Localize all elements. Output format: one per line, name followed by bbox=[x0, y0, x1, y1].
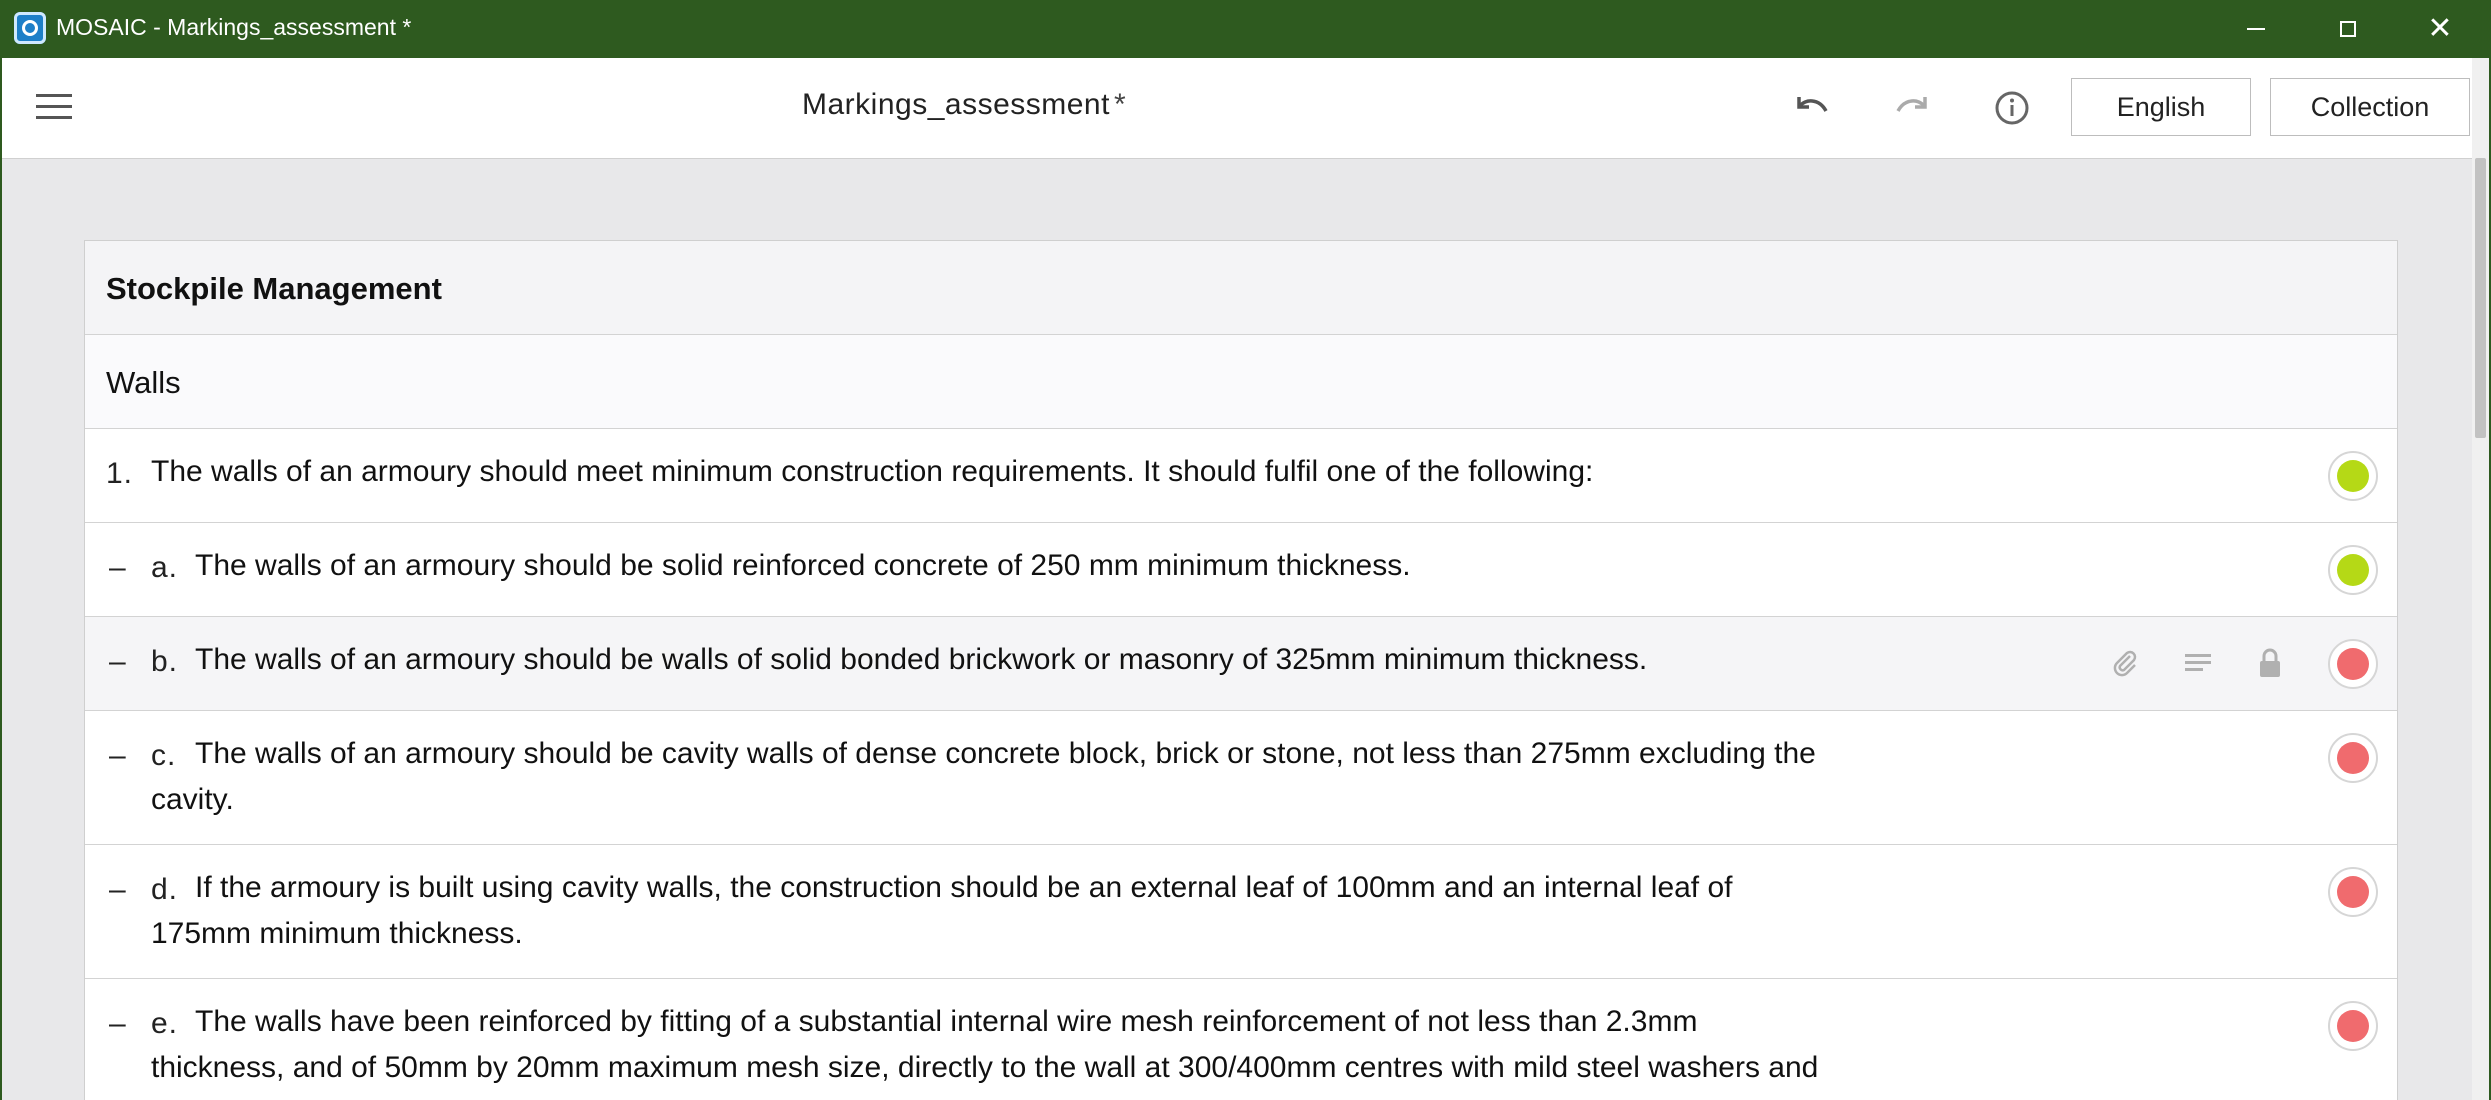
redo-icon[interactable] bbox=[1892, 88, 1932, 128]
item-letter: e. bbox=[151, 1007, 179, 1040]
item-text-line1: The walls of an armoury should be cavity… bbox=[195, 737, 1816, 770]
status-dot-green bbox=[2337, 554, 2369, 586]
list-item[interactable]: – d. If the armoury is built using cavit… bbox=[85, 845, 2397, 979]
section-header[interactable]: Stockpile Management bbox=[85, 241, 2397, 335]
status-indicator[interactable] bbox=[2328, 545, 2378, 595]
minimize-icon bbox=[2247, 28, 2265, 30]
item-text-line2: cavity. bbox=[151, 783, 234, 816]
notes-icon[interactable] bbox=[2180, 645, 2216, 681]
item-letter: a. bbox=[151, 551, 179, 584]
scrollbar-thumb[interactable] bbox=[2475, 158, 2486, 438]
close-icon: ✕ bbox=[2427, 12, 2453, 45]
subsection-title: Walls bbox=[106, 365, 181, 400]
section-title: Stockpile Management bbox=[106, 271, 442, 306]
item-dash: – bbox=[109, 1007, 126, 1040]
list-item[interactable]: – e. The walls have been reinforced by f… bbox=[85, 979, 2397, 1100]
lock-icon[interactable] bbox=[2252, 645, 2288, 681]
toolbar: Markings_assessment * English Collection bbox=[2, 58, 2472, 159]
item-letter: d. bbox=[151, 873, 179, 906]
app-client-area: Markings_assessment * English Collection … bbox=[2, 58, 2489, 1100]
status-dot-red bbox=[2337, 1010, 2369, 1042]
item-text-line1: If the armoury is built using cavity wal… bbox=[195, 871, 1733, 904]
attachment-icon[interactable] bbox=[2107, 645, 2143, 681]
mosaic-app-icon bbox=[14, 12, 46, 44]
minimize-button[interactable] bbox=[2210, 0, 2302, 58]
status-indicator[interactable] bbox=[2328, 1001, 2378, 1051]
item-number: 1. bbox=[106, 457, 134, 490]
collection-button[interactable]: Collection bbox=[2270, 78, 2470, 136]
status-dot-red bbox=[2337, 648, 2369, 680]
item-text: The walls of an armoury should be solid … bbox=[195, 549, 1411, 582]
list-item[interactable]: – a. The walls of an armoury should be s… bbox=[85, 523, 2397, 617]
status-dot-green bbox=[2337, 460, 2369, 492]
status-dot-red bbox=[2337, 876, 2369, 908]
status-indicator[interactable] bbox=[2328, 639, 2378, 689]
status-indicator[interactable] bbox=[2328, 867, 2378, 917]
window-title: MOSAIC - Markings_assessment * bbox=[56, 14, 412, 40]
undo-icon[interactable] bbox=[1792, 88, 1832, 128]
document-name: Markings_assessment bbox=[802, 88, 1110, 121]
info-icon[interactable] bbox=[1992, 88, 2032, 128]
item-text-line1: The walls have been reinforced by fittin… bbox=[195, 1005, 1698, 1038]
item-letter: c. bbox=[151, 739, 177, 772]
item-letter: b. bbox=[151, 645, 179, 678]
list-item[interactable]: 1. The walls of an armoury should meet m… bbox=[85, 429, 2397, 523]
title-bar: MOSAIC - Markings_assessment * ✕ bbox=[0, 0, 2491, 58]
language-button[interactable]: English bbox=[2071, 78, 2251, 136]
list-item[interactable]: – b. The walls of an armoury should be w… bbox=[85, 617, 2397, 711]
maximize-icon bbox=[2340, 21, 2356, 37]
item-text-line2: thickness, and of 50mm by 20mm maximum m… bbox=[151, 1051, 1819, 1084]
item-text: The walls of an armoury should be walls … bbox=[195, 643, 1648, 676]
item-dash: – bbox=[109, 873, 126, 906]
status-indicator[interactable] bbox=[2328, 451, 2378, 501]
item-text: The walls of an armoury should meet mini… bbox=[151, 455, 1594, 488]
status-indicator[interactable] bbox=[2328, 733, 2378, 783]
modified-marker: * bbox=[1113, 88, 1127, 121]
app-window: MOSAIC - Markings_assessment * ✕ Marking… bbox=[0, 0, 2491, 1100]
close-button[interactable]: ✕ bbox=[2394, 0, 2486, 58]
assessment-panel: Stockpile Management Walls 1. The walls … bbox=[84, 240, 2398, 1100]
item-dash: – bbox=[109, 645, 126, 678]
item-dash: – bbox=[109, 551, 126, 584]
hamburger-menu-icon[interactable] bbox=[36, 94, 72, 122]
list-item[interactable]: – c. The walls of an armoury should be c… bbox=[85, 711, 2397, 845]
document-title: Markings_assessment * bbox=[802, 88, 1126, 122]
status-dot-red bbox=[2337, 742, 2369, 774]
item-dash: – bbox=[109, 739, 126, 772]
vertical-scrollbar[interactable] bbox=[2472, 58, 2489, 1100]
maximize-button[interactable] bbox=[2302, 0, 2394, 58]
item-text-line2: 175mm minimum thickness. bbox=[151, 917, 523, 950]
subsection-header[interactable]: Walls bbox=[85, 335, 2397, 429]
